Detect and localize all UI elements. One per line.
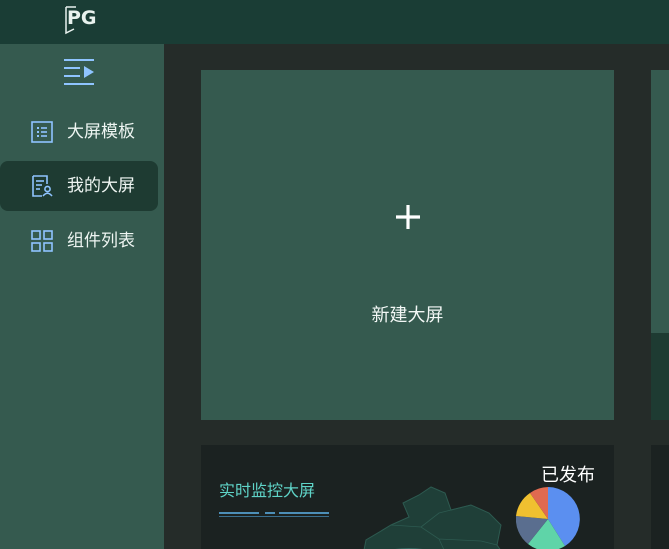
main-content: 新建大屏 实时监控大屏 已发布 [164, 44, 669, 549]
user-document-icon [30, 174, 54, 198]
sidebar-item-components[interactable]: 组件列表 [0, 216, 158, 266]
sidebar-item-label: 大屏模板 [67, 122, 135, 142]
screen-card-title: 实时监控大屏 [219, 481, 316, 500]
screen-card-partial[interactable] [651, 445, 669, 549]
sidebar-item-label: 组件列表 [67, 231, 135, 251]
screen-card-partial[interactable] [651, 70, 669, 420]
plus-icon [201, 202, 614, 236]
template-list-icon [30, 120, 54, 144]
map-thumbnail [363, 486, 502, 549]
screen-card[interactable]: 实时监控大屏 已发布 [201, 445, 614, 549]
collapse-menu-button[interactable] [60, 56, 100, 92]
menu-collapse-icon [64, 59, 94, 85]
sidebar-item-my-screens[interactable]: 我的大屏 [0, 161, 158, 211]
new-screen-card[interactable]: 新建大屏 [201, 70, 614, 420]
screen-card-thumbnail [651, 70, 669, 333]
logo-text: PG [67, 7, 97, 29]
status-badge: 已发布 [541, 465, 595, 486]
app-logo[interactable]: PG [64, 5, 100, 35]
sidebar-item-templates[interactable]: 大屏模板 [0, 107, 158, 157]
subtitle-placeholder-icon [219, 512, 329, 517]
pie-chart-thumbnail [516, 487, 580, 549]
top-bar: PG [0, 0, 669, 44]
grid-icon [30, 229, 54, 253]
new-screen-label: 新建大屏 [371, 305, 444, 326]
sidebar: 大屏模板 我的大屏 组件列表 [0, 44, 164, 549]
sidebar-item-label: 我的大屏 [67, 176, 135, 196]
